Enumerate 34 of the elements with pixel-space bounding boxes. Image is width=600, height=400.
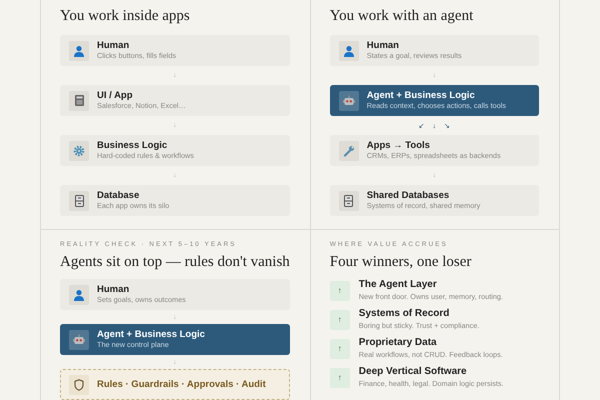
section-heading: Agents sit on top — rules don't vanish (60, 253, 290, 271)
item-title: Proprietary Data (358, 337, 438, 349)
person-icon (342, 44, 355, 56)
card-title: Agent + Business Logic (366, 90, 476, 101)
shield-icon (74, 378, 84, 390)
cabinet-icon (344, 194, 354, 206)
section-heading: Four winners, one loser (330, 253, 472, 271)
section-heading: You work inside apps (60, 7, 190, 25)
card-title: Human (97, 284, 130, 295)
calculator-icon (74, 95, 84, 106)
robot-icon (342, 94, 355, 106)
robot-icon (73, 334, 85, 346)
card-title: Shared Databases (366, 190, 450, 201)
card-title: Apps → Tools (366, 140, 431, 151)
card-title: Business Logic (97, 140, 168, 151)
card-title: UI / App (97, 90, 134, 101)
cabinet-icon (74, 194, 84, 206)
gear-icon (73, 144, 85, 156)
card-title: Database (97, 190, 140, 201)
item-title: Deep Vertical Software (358, 366, 468, 378)
wrench-icon (342, 144, 355, 156)
up-arrow-badge: ↑ (330, 338, 350, 358)
card-title: Agent + Business Logic (97, 329, 205, 340)
up-arrow-badge: ↑ (330, 310, 350, 330)
person-icon (73, 288, 85, 300)
section-heading: You work with an agent (330, 7, 474, 25)
item-title: Systems of Record (358, 308, 450, 320)
item-title: The Agent Layer (358, 279, 438, 291)
person-icon (73, 44, 85, 56)
card-title: Rules · Guardrails · Approvals · Audit (97, 379, 266, 390)
up-arrow-badge: ↑ (330, 368, 350, 388)
up-arrow-badge: ↑ (330, 280, 350, 300)
card-title: Human (366, 40, 400, 51)
card-title: Human (97, 40, 130, 51)
